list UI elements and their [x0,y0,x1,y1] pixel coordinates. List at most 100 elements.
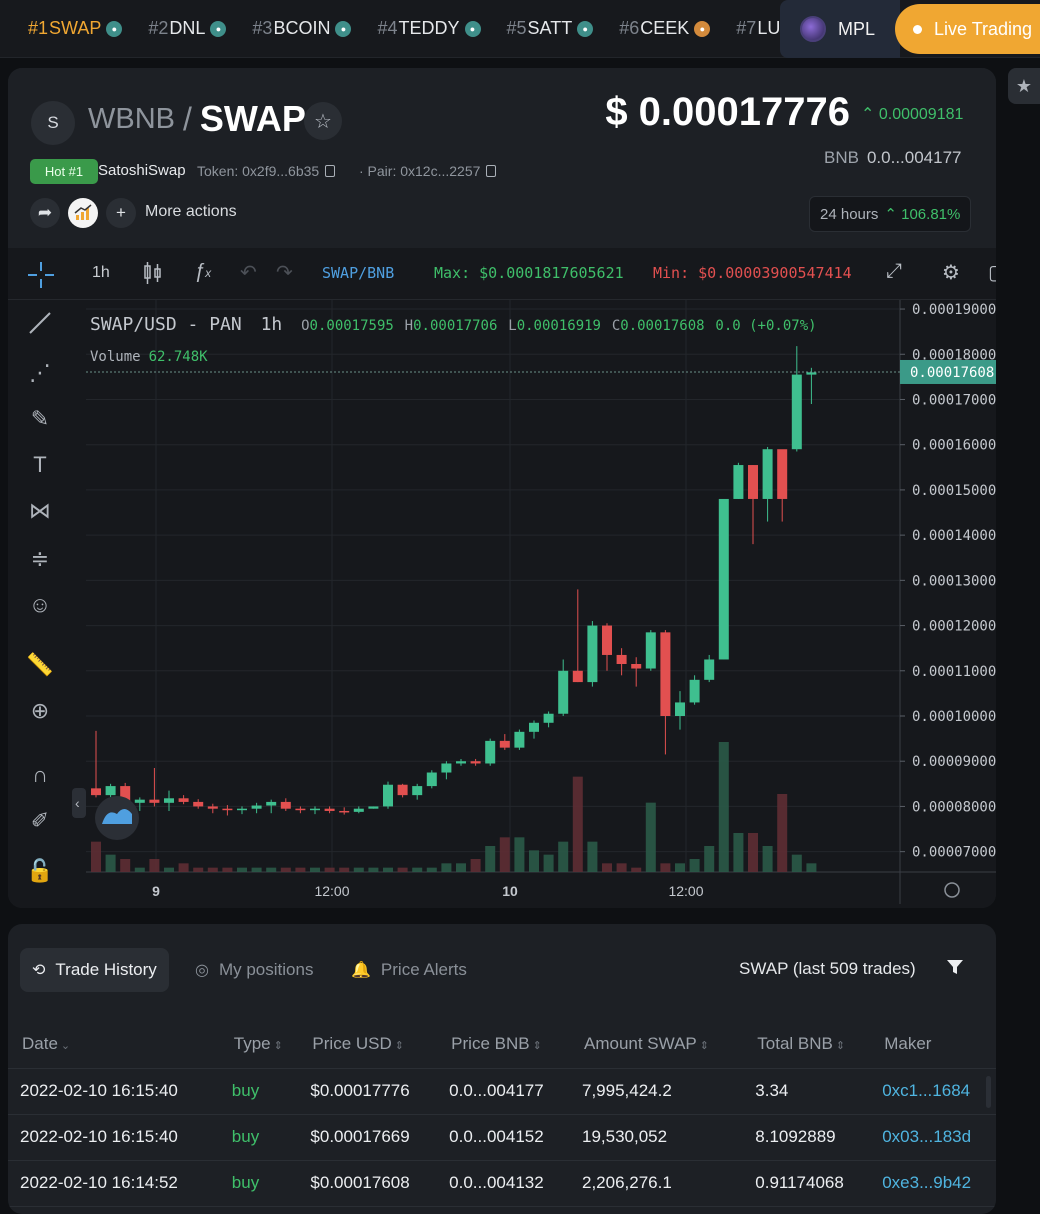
tab-price-alerts[interactable]: 🔔 Price Alerts [339,948,479,992]
token-logo-icon: ● [694,20,711,37]
token-address[interactable]: Token: 0x2f9...6b35 [197,163,336,179]
emoji-icon[interactable]: ☺ [25,590,55,620]
ticker-item-5[interactable]: #5 SATT ● [507,18,594,39]
candle-body [733,465,744,499]
ticker-item-4[interactable]: #4 TEDDY ● [377,18,481,39]
candle-body [105,786,116,796]
candles-type-icon[interactable] [142,260,164,292]
candle-body [353,808,364,812]
text-tool-icon[interactable]: T [25,450,55,480]
plus-icon[interactable]: + [106,198,136,228]
undo-icon[interactable]: ↶ [240,260,257,285]
candle-body [791,374,802,450]
table-row[interactable]: 2022-02-10 16:15:40 buy $0.00017776 0.0.… [8,1068,996,1115]
trend-line-icon[interactable] [25,308,55,338]
col-amount[interactable]: Amount SWAP ⇕ [570,1020,744,1069]
candle-body [470,761,481,764]
copy-icon[interactable] [325,165,336,177]
live-dot-icon [913,24,922,34]
table-row[interactable]: 2022-02-10 16:15:40 buy $0.00017669 0.0.… [8,1114,996,1161]
copy-icon[interactable] [486,165,497,177]
more-actions-button[interactable]: More actions [145,203,237,221]
candlestick-chart[interactable]: 0.000190000.000180000.000170000.00016000… [72,300,996,908]
candle-body [178,798,189,802]
volume-bar [324,867,335,872]
volume-bar [310,867,320,872]
col-total-bnb[interactable]: Total BNB ⇕ [743,1020,871,1069]
table-scrollbar[interactable] [986,1076,991,1108]
volume-bar [762,846,773,872]
ticker-item-1[interactable]: #1 SWAP ● [28,18,123,39]
volume-bar [572,776,583,872]
share-icon[interactable]: ➦ [30,198,60,228]
settings-gear-icon[interactable]: ⚙ [942,260,960,285]
table-row[interactable]: 2022-02-10 16:14:52 buy $0.00017608 0.0.… [8,1160,996,1207]
pattern-icon[interactable]: ⋈ [25,496,55,526]
chart-area: 1h ƒx ↶ ↷ SWAP/BNB Max: $0.0001817605621… [8,248,996,908]
candle-body [426,772,437,787]
brush-icon[interactable]: ✎ [25,404,55,434]
pair-address[interactable]: · Pair: 0x12c...2257 [359,163,497,179]
mpl-avatar-icon [800,16,826,42]
snapshot-icon[interactable]: ▢ [988,260,996,285]
volume-legend: Volume 62.748K [90,349,208,365]
token-avatar: S [31,101,75,145]
live-trading-button[interactable]: Live Trading [895,4,1040,54]
volume-bar [237,867,247,872]
y-tick-label: 0.00008000 [912,799,996,815]
col-price-bnb[interactable]: Price BNB ⇕ [437,1020,570,1069]
crosshair-svg [28,262,54,288]
prediction-icon[interactable]: ≑ [25,544,55,574]
filter-icon[interactable] [946,958,964,976]
y-tick-label: 0.00011000 [912,664,996,680]
zoom-in-icon[interactable]: ⊕ [25,696,55,726]
range-selector[interactable]: 24 hours ⌃ 106.81% [809,196,971,232]
volume-bar [645,802,656,872]
chart-plot[interactable]: 0.00019000 0.00018000 0.00017000 0.00016000… [72,300,996,908]
favorites-star-icon[interactable]: ★ [1008,68,1040,104]
history-icon: ⟲ [32,962,46,979]
col-type[interactable]: Type ⇕ [219,1020,299,1069]
dex-name[interactable]: SatoshiSwap [98,162,186,179]
ticker-item-2[interactable]: #2 DNL ● [148,18,227,39]
magnet-icon[interactable]: ∩ [25,760,55,790]
ticker-item-6[interactable]: #6 CEEK ● [619,18,711,39]
interval-button[interactable]: 1h [92,264,110,282]
candle-body [543,713,554,723]
candle-body [689,679,700,703]
indicators-icon[interactable]: ƒx [194,260,211,283]
candle-body [485,740,496,764]
y-tick-label: 0.00017000 [912,392,996,408]
col-maker[interactable]: Maker [870,1020,996,1069]
volume-bar [777,794,788,872]
tab-trade-history[interactable]: ⟲ Trade History [20,948,169,992]
volume-bar [529,850,539,872]
unlock-icon[interactable]: 🔓 [25,856,55,886]
redo-icon[interactable]: ↷ [276,260,293,285]
pair-header: S WBNB / SWAP ☆ Hot #1 SatoshiSwap Token… [8,68,996,248]
col-date[interactable]: Date ⌄ [8,1020,220,1069]
volume-bar [222,867,233,872]
volume-bar [441,863,452,872]
pair-panel: S WBNB / SWAP ☆ Hot #1 SatoshiSwap Token… [8,68,996,908]
table-header: Date ⌄ Type ⇕ Price USD ⇕ Price BNB ⇕ Amount… [8,1020,996,1069]
tab-my-positions[interactable]: ◎ My positions [183,948,325,992]
y-tick-label: 0.00012000 [912,619,996,635]
ticker-item-3[interactable]: #3 BCOIN ● [252,18,352,39]
ruler-icon[interactable]: 📏 [25,650,55,680]
y-tick-label: 0.00014000 [912,528,996,544]
favorite-star-icon[interactable]: ☆ [304,102,342,140]
volume-bar [164,867,174,872]
crosshair-icon[interactable] [26,260,56,296]
fullscreen-icon[interactable]: ⤢ [886,260,902,283]
col-price-usd[interactable]: Price USD ⇕ [298,1020,438,1069]
mpl-badge[interactable]: MPL [780,0,900,58]
volume-bar [412,867,423,872]
lock-pencil-icon[interactable]: ✐ [25,806,55,836]
compare-pair-label[interactable]: SWAP/BNB [322,264,394,282]
pitchfork-icon[interactable]: ⋰ [25,358,55,388]
chart-logo-icon[interactable] [68,198,98,228]
volume-bar [499,837,510,872]
max-price-label: Max: $0.0001817605621 [434,264,624,282]
y-tick-label: 0.00010000 [912,709,996,725]
